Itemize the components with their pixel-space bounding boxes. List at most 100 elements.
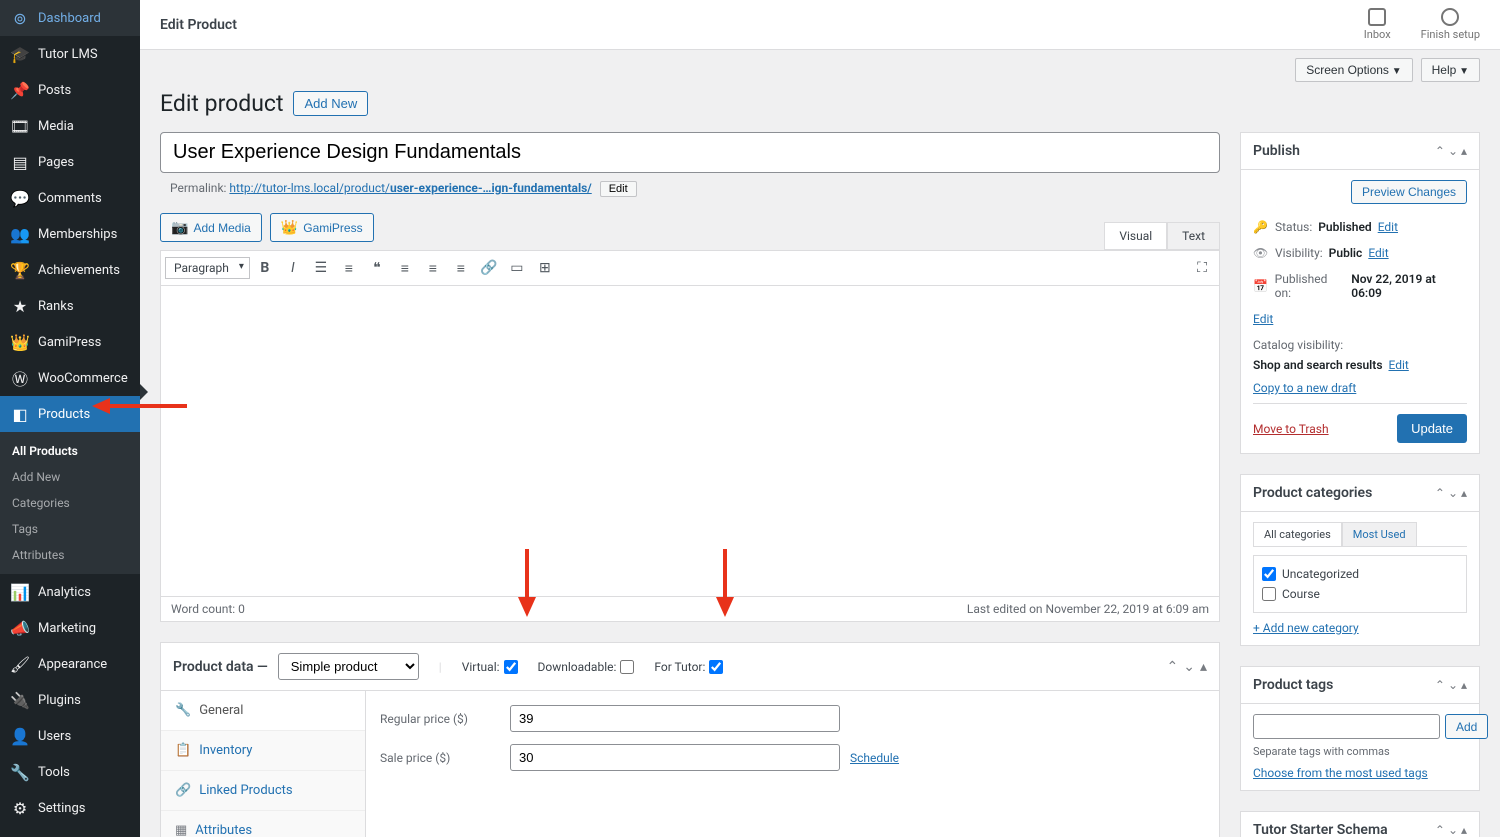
sidebar-item-achievements[interactable]: 🏆Achievements <box>0 252 140 288</box>
regular-price-input[interactable] <box>510 705 840 732</box>
permalink-link[interactable]: http://tutor-lms.local/product/user-expe… <box>229 181 591 195</box>
submenu-categories[interactable]: Categories <box>0 490 140 516</box>
sidebar-item-tutor-lms[interactable]: 🎓Tutor LMS <box>0 36 140 72</box>
schedule-link[interactable]: Schedule <box>850 751 899 765</box>
pd-tab-linked[interactable]: 🔗Linked Products <box>161 771 365 811</box>
sidebar-item-settings[interactable]: ⚙Settings <box>0 790 140 826</box>
align-right-button[interactable]: ≡ <box>448 255 474 281</box>
virtual-option[interactable]: Virtual: <box>462 660 518 674</box>
format-select[interactable]: Paragraph <box>165 257 250 279</box>
woo-icon: Ⓦ <box>10 368 30 388</box>
products-submenu: All Products Add New Categories Tags Att… <box>0 432 140 574</box>
sidebar-item-users[interactable]: 👤Users <box>0 718 140 754</box>
sidebar-item-analytics[interactable]: 📊Analytics <box>0 574 140 610</box>
box-toggle[interactable]: ⌃ ⌄ ▴ <box>1435 823 1467 837</box>
add-media-button[interactable]: 📷Add Media <box>160 213 262 242</box>
for-tutor-option[interactable]: For Tutor: <box>654 660 723 674</box>
panel-up-icon[interactable]: ⌃ <box>1167 659 1179 675</box>
editor-content-area[interactable] <box>161 286 1219 596</box>
readmore-button[interactable]: ▭ <box>504 255 530 281</box>
add-new-category-link[interactable]: + Add new category <box>1253 621 1467 635</box>
submenu-add-new[interactable]: Add New <box>0 464 140 490</box>
editor-side: Publish ⌃ ⌄ ▴ Preview Changes 🔑Status: P… <box>1240 132 1480 837</box>
help-button[interactable]: Help <box>1421 58 1480 82</box>
category-course[interactable]: Course <box>1262 584 1458 604</box>
sidebar-item-ranks[interactable]: ★Ranks <box>0 288 140 324</box>
choose-tags-link[interactable]: Choose from the most used tags <box>1253 766 1467 780</box>
box-toggle[interactable]: ⌃ ⌄ ▴ <box>1435 486 1467 500</box>
product-title-input[interactable] <box>160 132 1220 173</box>
box-toggle[interactable]: ⌃ ⌄ ▴ <box>1435 678 1467 692</box>
category-uncategorized[interactable]: Uncategorized <box>1262 564 1458 584</box>
tag-input[interactable] <box>1253 714 1440 739</box>
sidebar-item-dashboard[interactable]: ⊚Dashboard <box>0 0 140 36</box>
tag-add-button[interactable]: Add <box>1445 714 1488 739</box>
toolbar-toggle-button[interactable]: ⊞ <box>532 255 558 281</box>
align-center-button[interactable]: ≡ <box>420 255 446 281</box>
sidebar-item-appearance[interactable]: 🖌Appearance <box>0 646 140 682</box>
bullet-list-button[interactable]: ☰ <box>308 255 334 281</box>
virtual-checkbox[interactable] <box>504 660 518 674</box>
sidebar-label: WooCommerce <box>38 371 128 386</box>
box-toggle[interactable]: ⌃ ⌄ ▴ <box>1435 144 1467 158</box>
bold-button[interactable]: B <box>252 255 278 281</box>
add-new-button[interactable]: Add New <box>293 91 368 116</box>
sidebar-item-plugins[interactable]: 🔌Plugins <box>0 682 140 718</box>
tab-text[interactable]: Text <box>1167 222 1220 249</box>
inbox-button[interactable]: Inbox <box>1364 8 1391 41</box>
cat-checkbox[interactable] <box>1262 567 1276 581</box>
finish-setup-button[interactable]: Finish setup <box>1421 8 1480 41</box>
for-tutor-checkbox[interactable] <box>709 660 723 674</box>
tab-most-used[interactable]: Most Used <box>1342 522 1417 546</box>
submenu-tags[interactable]: Tags <box>0 516 140 542</box>
crown-icon: 👑 <box>10 332 30 352</box>
edit-catalog-link[interactable]: Edit <box>1389 358 1409 372</box>
publish-body: Preview Changes 🔑Status: Published Edit … <box>1241 170 1479 453</box>
number-list-button[interactable]: ≡ <box>336 255 362 281</box>
downloadable-checkbox[interactable] <box>620 660 634 674</box>
sidebar-item-media[interactable]: 🎞Media <box>0 108 140 144</box>
pd-tab-attributes[interactable]: ▦Attributes <box>161 811 365 837</box>
link-button[interactable]: 🔗 <box>476 255 502 281</box>
quote-button[interactable]: ❝ <box>364 255 390 281</box>
italic-button[interactable]: I <box>280 255 306 281</box>
sidebar-item-woocommerce[interactable]: Ⓦ WooCommerce <box>0 360 140 396</box>
submenu-all-products[interactable]: All Products <box>0 438 140 464</box>
star-icon: ★ <box>10 296 30 316</box>
editor-footer: Word count: 0 Last edited on November 22… <box>161 596 1219 621</box>
product-data-fields: Regular price ($) Sale price ($) Schedul… <box>366 691 1219 837</box>
sidebar-item-posts[interactable]: 📌Posts <box>0 72 140 108</box>
panel-down-icon[interactable]: ⌄ <box>1183 659 1195 675</box>
permalink-edit-button[interactable]: Edit <box>600 181 637 197</box>
gamipress-button[interactable]: 👑GamiPress <box>270 213 374 242</box>
tab-visual[interactable]: Visual <box>1104 222 1167 249</box>
sidebar-label: Comments <box>38 191 102 206</box>
copy-draft-link[interactable]: Copy to a new draft <box>1253 381 1467 395</box>
tab-all-categories[interactable]: All categories <box>1253 522 1342 546</box>
sidebar-item-memberships[interactable]: 👥Memberships <box>0 216 140 252</box>
sidebar-item-gamipress[interactable]: 👑GamiPress <box>0 324 140 360</box>
sidebar-item-comments[interactable]: 💬Comments <box>0 180 140 216</box>
submenu-attributes[interactable]: Attributes <box>0 542 140 568</box>
sidebar-item-tools[interactable]: 🔧Tools <box>0 754 140 790</box>
downloadable-option[interactable]: Downloadable: <box>538 660 635 674</box>
sale-price-input[interactable] <box>510 744 840 771</box>
preview-button[interactable]: Preview Changes <box>1351 180 1467 204</box>
product-type-select[interactable]: Simple product <box>278 653 419 680</box>
pd-tab-general[interactable]: 🔧General <box>161 691 365 731</box>
move-trash-link[interactable]: Move to Trash <box>1253 422 1329 436</box>
update-button[interactable]: Update <box>1397 414 1467 443</box>
publish-title: Publish <box>1253 143 1300 159</box>
panel-collapse-icon[interactable]: ▴ <box>1200 659 1207 675</box>
pd-tab-inventory[interactable]: 📋Inventory <box>161 731 365 771</box>
sidebar-item-mc4wp[interactable]: ◎MC4WP <box>0 826 140 837</box>
sidebar-item-marketing[interactable]: 📣Marketing <box>0 610 140 646</box>
sidebar-item-pages[interactable]: ▤Pages <box>0 144 140 180</box>
cat-checkbox[interactable] <box>1262 587 1276 601</box>
fullscreen-button[interactable]: ⛶ <box>1189 255 1215 281</box>
screen-options-button[interactable]: Screen Options <box>1295 58 1412 82</box>
align-left-button[interactable]: ≡ <box>392 255 418 281</box>
edit-date-link[interactable]: Edit <box>1253 312 1273 326</box>
edit-status-link[interactable]: Edit <box>1378 220 1398 234</box>
edit-visibility-link[interactable]: Edit <box>1368 246 1388 260</box>
